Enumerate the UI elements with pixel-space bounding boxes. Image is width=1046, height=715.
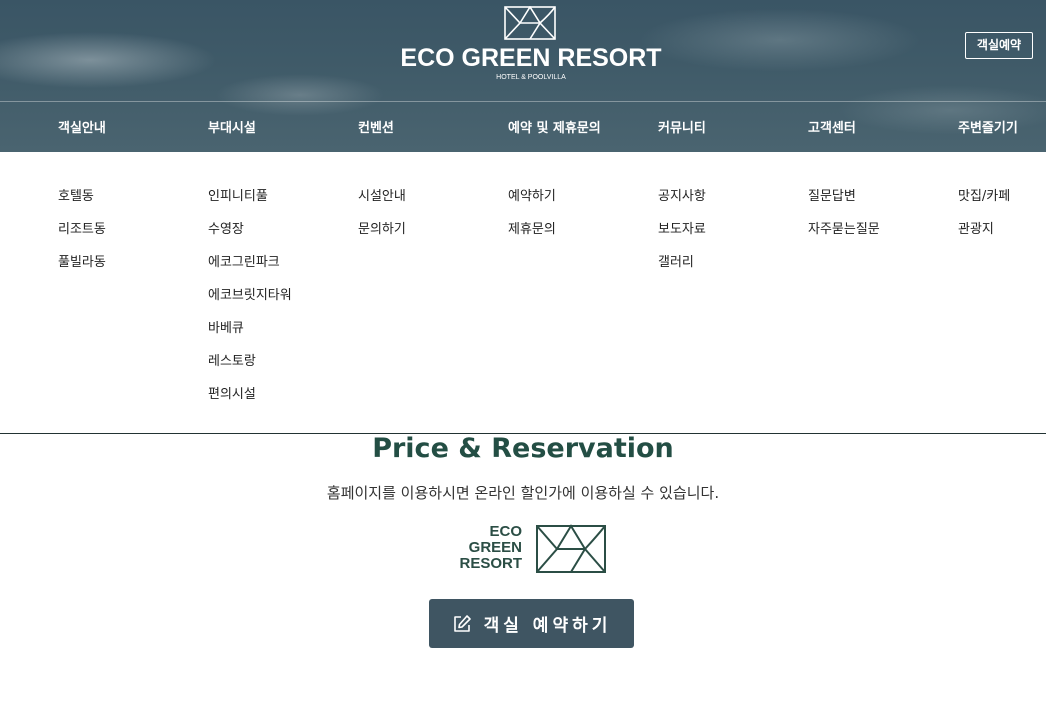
- submenu-item[interactable]: 수영장: [208, 218, 292, 251]
- header-divider: [0, 101, 1046, 102]
- submenu-item[interactable]: 질문답변: [808, 185, 880, 218]
- brand-subtitle: HOTEL & POOLVILLA: [496, 74, 566, 81]
- nav-nearby[interactable]: 주변즐기기: [958, 117, 1018, 136]
- submenu-item[interactable]: 관광지: [958, 218, 1010, 251]
- submenu-item[interactable]: 자주묻는질문: [808, 218, 880, 251]
- nav-rooms[interactable]: 객실안내: [58, 117, 106, 136]
- logo-line-eco: ECO: [489, 523, 522, 540]
- resort-logo-text: ECO GREEN RESORT: [452, 524, 522, 572]
- price-section-title: Price & Reservation: [372, 433, 674, 464]
- nav-convention[interactable]: 컨벤션: [358, 117, 394, 136]
- nav-community[interactable]: 커뮤니티: [658, 117, 706, 136]
- logo-line-resort: RESORT: [459, 555, 522, 572]
- submenu-item[interactable]: 시설안내: [358, 185, 406, 218]
- submenu-item[interactable]: 보도자료: [658, 218, 706, 251]
- submenu-item[interactable]: 제휴문의: [508, 218, 556, 251]
- leaf-logo-icon: [504, 6, 556, 40]
- submenu-item[interactable]: 호텔동: [58, 185, 106, 218]
- submenu-customer-center: 질문답변 자주묻는질문: [808, 185, 880, 251]
- submenu-facilities: 인피니티풀 수영장 에코그린파크 에코브릿지타워 바베큐 레스토랑 편의시설: [208, 185, 292, 416]
- submenu-convention: 시설안내 문의하기: [358, 185, 406, 251]
- logo-line-green: GREEN: [468, 539, 522, 556]
- brand-name: ECO GREEN RESORT: [400, 44, 662, 72]
- price-section-description: 홈페이지를 이용하시면 온라인 할인가에 이용하실 수 있습니다.: [326, 484, 720, 502]
- submenu-item[interactable]: 레스토랑: [208, 350, 292, 383]
- submenu-item[interactable]: 바베큐: [208, 317, 292, 350]
- leaf-logo-icon: [536, 524, 606, 573]
- nav-reservation[interactable]: 예약 및 제휴문의: [508, 117, 601, 136]
- submenu-item[interactable]: 맛집/카페: [958, 185, 1010, 218]
- nav-customer-center[interactable]: 고객센터: [808, 117, 856, 136]
- submenu-reservation: 예약하기 제휴문의: [508, 185, 556, 251]
- room-reservation-button[interactable]: 객실예약: [965, 32, 1033, 59]
- submenu-item[interactable]: 편의시설: [208, 383, 292, 416]
- submenu-item[interactable]: 풀빌라동: [58, 251, 106, 284]
- submenu-item[interactable]: 공지사항: [658, 185, 706, 218]
- submenu-item[interactable]: 인피니티풀: [208, 185, 292, 218]
- submenu-item[interactable]: 에코브릿지타워: [208, 284, 292, 317]
- submenu-rooms: 호텔동 리조트동 풀빌라동: [58, 185, 106, 284]
- submenu-community: 공지사항 보도자료 갤러리: [658, 185, 706, 284]
- submenu-item[interactable]: 에코그린파크: [208, 251, 292, 284]
- submenu-item[interactable]: 문의하기: [358, 218, 406, 251]
- edit-icon: [453, 614, 471, 632]
- nav-facilities[interactable]: 부대시설: [208, 117, 256, 136]
- book-room-label: 객실 예약하기: [483, 616, 612, 636]
- submenu-item[interactable]: 예약하기: [508, 185, 556, 218]
- book-room-button[interactable]: 객실 예약하기: [429, 599, 634, 648]
- submenu-nearby: 맛집/카페 관광지: [958, 185, 1010, 251]
- submenu-item[interactable]: 갤러리: [658, 251, 706, 284]
- submenu-item[interactable]: 리조트동: [58, 218, 106, 251]
